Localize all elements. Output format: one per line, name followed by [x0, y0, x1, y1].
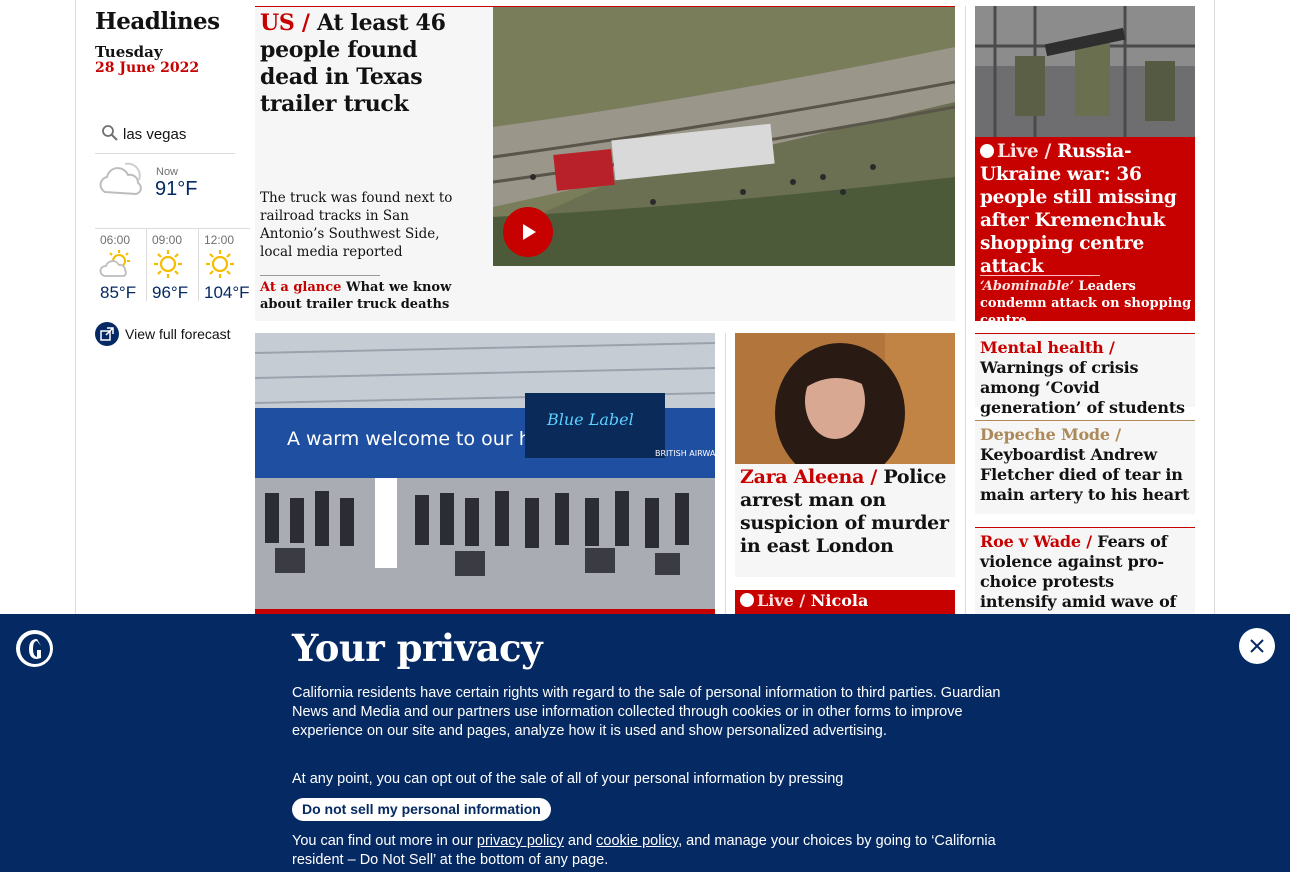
sublink-kicker: At a glance	[260, 280, 342, 295]
lead-story-card[interactable]: US / At least 46 people found dead in Te…	[255, 6, 955, 321]
live-indicator-icon	[740, 593, 754, 607]
story-kicker: Roe v Wade /	[980, 532, 1092, 551]
privacy-paragraph: You can find out more in our privacy pol…	[292, 832, 1012, 870]
now-label: Now	[156, 166, 179, 178]
russia-ukraine-headline[interactable]: Live / Russia-Ukraine war: 36 people sti…	[980, 140, 1192, 278]
forecast-temperature: 96°F	[152, 283, 189, 302]
now-temperature: 91°F	[155, 178, 198, 200]
story-headline[interactable]: Mental health / Warnings of crisis among…	[980, 338, 1190, 418]
privacy-text: You can find out more in our	[292, 833, 477, 849]
do-not-sell-button[interactable]: Do not sell my personal information	[292, 798, 551, 821]
forecast-time: 06:00	[100, 233, 131, 247]
story-headline-text: Keyboardist Andrew Fletcher died of tear…	[980, 445, 1190, 504]
cookie-policy-link[interactable]: cookie policy	[596, 833, 678, 849]
privacy-text: and	[563, 833, 597, 849]
story-kicker: Mental health /	[980, 338, 1115, 357]
story-headline[interactable]: Depeche Mode / Keyboardist Andrew Fletch…	[980, 425, 1190, 505]
privacy-title: Your privacy	[292, 626, 543, 670]
forecast-slot: 06:00 85°F	[95, 229, 147, 302]
date-full: 28 June 2022	[95, 60, 200, 76]
airport-story-image[interactable]: A warm welcome to our home. Blue Label B…	[255, 333, 715, 611]
close-button[interactable]	[1239, 628, 1275, 664]
column-divider	[965, 6, 966, 616]
privacy-banner: Your privacy California residents have c…	[0, 614, 1290, 872]
live-indicator-icon	[980, 144, 994, 158]
date-day: Tuesday	[95, 43, 163, 61]
sublink-kicker: ‘Abominable’	[980, 279, 1074, 294]
hourly-forecast: 06:00 85°F 09:00 96°F 12:00 104°F	[95, 228, 251, 302]
privacy-paragraph: At any point, you can opt out of the sal…	[292, 771, 844, 787]
lead-kicker: US /	[260, 10, 310, 36]
divider	[260, 275, 380, 276]
zara-aleena-photo	[735, 333, 955, 464]
search-icon	[101, 124, 119, 146]
lead-video-thumbnail[interactable]	[493, 7, 955, 266]
sun-icon	[203, 249, 239, 283]
forecast-temperature: 85°F	[100, 283, 137, 302]
story-headline-text: Warnings of crisis among ‘Covid generati…	[980, 358, 1185, 417]
story-card-mental-health[interactable]: Mental health / Warnings of crisis among…	[975, 333, 1195, 417]
section-title: Headlines	[95, 8, 220, 35]
zara-aleena-story-card[interactable]: Zara Aleena / Police arrest man on suspi…	[735, 333, 955, 577]
play-icon	[523, 224, 536, 240]
privacy-paragraph: California residents have certain rights…	[292, 685, 1001, 739]
lead-sublink[interactable]: At a glance What we know about trailer t…	[260, 279, 480, 313]
close-icon	[1250, 639, 1264, 653]
full-forecast-link[interactable]: View full forecast	[95, 322, 231, 346]
russia-ukraine-sublink[interactable]: ‘Abominable’ Leaders condemn attack on s…	[980, 278, 1192, 321]
partly-sunny-icon	[99, 249, 135, 283]
location-input[interactable]: las vegas	[123, 126, 186, 143]
zara-aleena-headline[interactable]: Zara Aleena / Police arrest man on suspi…	[740, 466, 952, 558]
forecast-slot: 12:00 104°F	[199, 229, 251, 302]
forecast-temperature: 104°F	[204, 283, 250, 302]
live-kicker: Live /	[757, 591, 806, 610]
airport-screen-text: Blue Label	[546, 410, 634, 429]
forecast-time: 12:00	[204, 233, 235, 247]
story-kicker: Zara Aleena /	[740, 466, 878, 488]
divider	[980, 275, 1100, 276]
column-divider	[725, 333, 726, 616]
play-button[interactable]	[503, 207, 553, 257]
russia-ukraine-image	[975, 6, 1195, 137]
forecast-slot: 09:00 96°F	[147, 229, 199, 302]
sun-icon	[151, 249, 187, 283]
story-kicker: Depeche Mode /	[980, 425, 1121, 444]
guardian-logo-icon	[16, 630, 53, 667]
story-card-depeche-mode[interactable]: Depeche Mode / Keyboardist Andrew Fletch…	[975, 420, 1195, 514]
external-link-icon	[95, 322, 119, 346]
full-forecast-label: View full forecast	[125, 326, 231, 342]
airport-brand-text: BRITISH AIRWAYS	[655, 449, 715, 458]
weather-location-search[interactable]: las vegas	[95, 120, 235, 154]
story-card-roe-v-wade[interactable]: Roe v Wade / Fears of violence against p…	[975, 527, 1195, 631]
lead-standfirst: The truck was found next to railroad tra…	[260, 190, 453, 260]
russia-ukraine-live-card[interactable]: Live / Russia-Ukraine war: 36 people sti…	[975, 6, 1195, 321]
lead-headline[interactable]: US / At least 46 people found dead in Te…	[260, 10, 480, 118]
forecast-time: 09:00	[152, 233, 183, 247]
partly-cloudy-icon	[95, 158, 147, 204]
live-kicker: Live /	[997, 141, 1051, 162]
privacy-policy-link[interactable]: privacy policy	[477, 833, 564, 849]
